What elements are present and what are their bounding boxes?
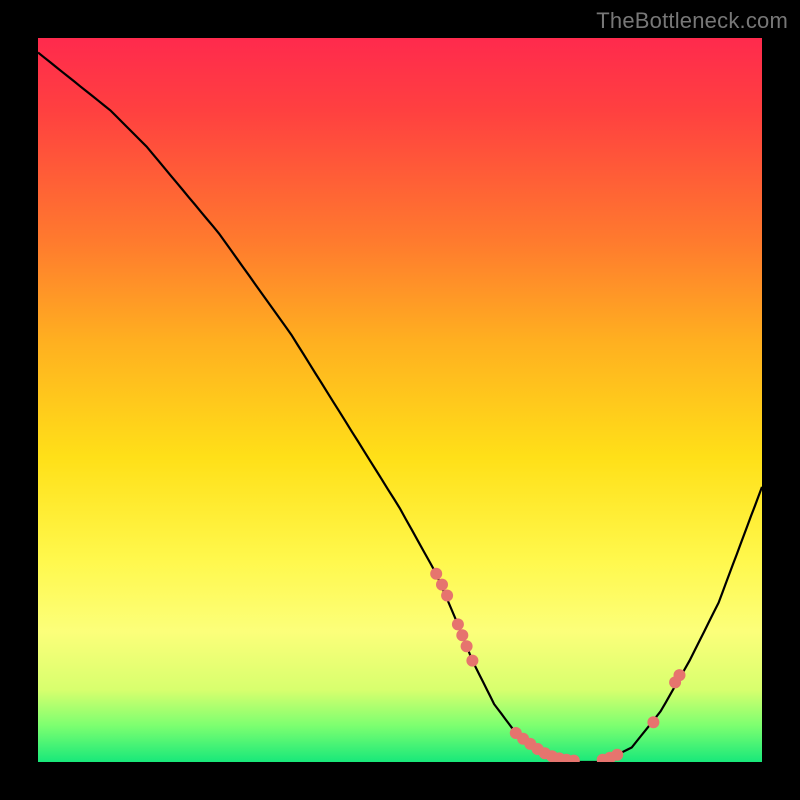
bottleneck-curve: [38, 53, 762, 763]
curve-marker: [466, 655, 478, 667]
curve-marker: [647, 716, 659, 728]
chart-frame: TheBottleneck.com: [0, 0, 800, 800]
curve-marker: [611, 749, 623, 761]
curve-marker: [674, 669, 686, 681]
curve-marker: [436, 579, 448, 591]
watermark-text: TheBottleneck.com: [596, 8, 788, 34]
curve-marker: [441, 590, 453, 602]
curve-marker: [461, 640, 473, 652]
curve-marker: [452, 618, 464, 630]
plot-area: [38, 38, 762, 762]
curve-marker: [456, 629, 468, 641]
chart-svg: [38, 38, 762, 762]
curve-marker: [430, 568, 442, 580]
curve-markers: [430, 568, 685, 762]
